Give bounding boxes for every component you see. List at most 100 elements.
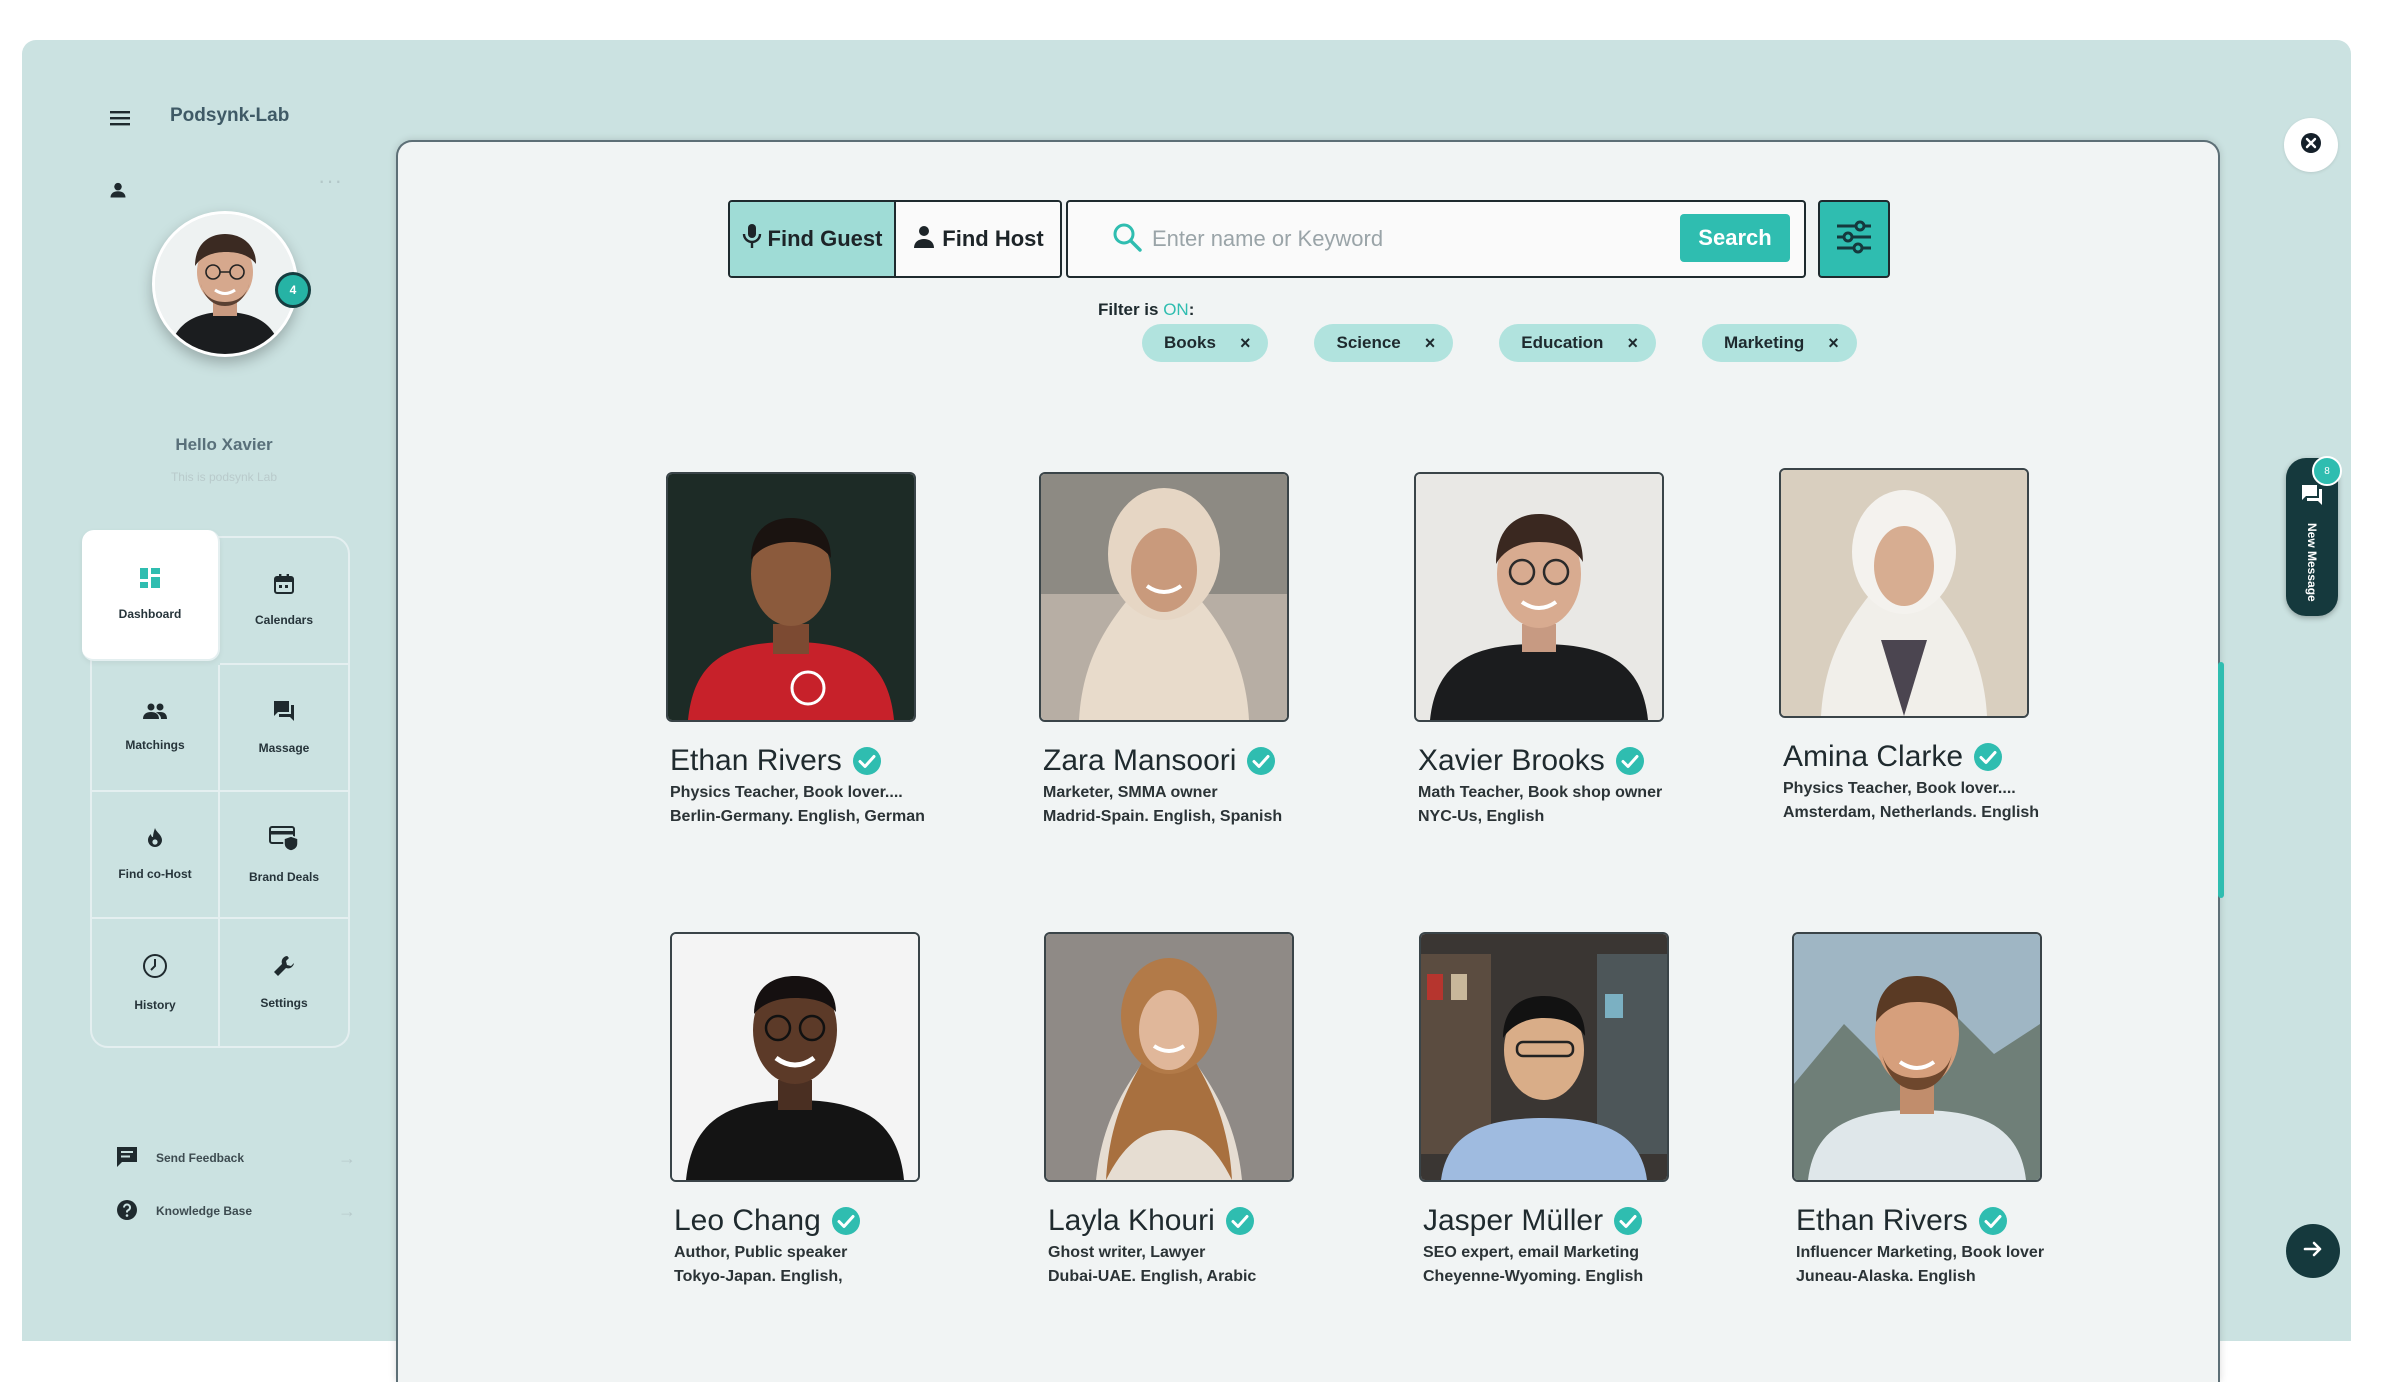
guest-name[interactable]: Amina Clarke bbox=[1783, 740, 1963, 774]
guest-card: Leo Chang Author, Public speaker Tokyo-J… bbox=[670, 932, 990, 1286]
close-icon[interactable]: × bbox=[1627, 333, 1638, 354]
chip-label: Education bbox=[1521, 333, 1604, 352]
guest-photo[interactable] bbox=[1039, 472, 1289, 722]
verified-icon bbox=[831, 1207, 860, 1235]
sliders-icon bbox=[1834, 217, 1874, 262]
guest-role: Math Teacher, Book shop owner bbox=[1418, 784, 1663, 801]
knowledge-base-label: Knowledge Base bbox=[156, 1204, 253, 1218]
filter-settings-button[interactable] bbox=[1818, 200, 1890, 278]
verified-icon bbox=[1978, 1207, 2007, 1235]
chat-icon bbox=[2301, 484, 2323, 511]
nav-find-cohost[interactable]: Find co-Host bbox=[92, 792, 220, 919]
filter-status-label: Filter is bbox=[1098, 300, 1159, 319]
nav-label: Settings bbox=[260, 996, 308, 1010]
nav-history[interactable]: History bbox=[92, 919, 220, 1046]
filter-status: Filter is ON: bbox=[1098, 300, 1194, 320]
guest-card: Zara Mansoori Marketer, SMMA owner Madri… bbox=[1039, 472, 1359, 826]
guest-photo[interactable] bbox=[1792, 932, 2042, 1182]
knowledge-base-link[interactable]: Knowledge Base → bbox=[116, 1191, 356, 1231]
guest-photo[interactable] bbox=[670, 932, 920, 1182]
arrow-right-icon bbox=[2302, 1238, 2324, 1265]
person-icon bbox=[912, 224, 936, 254]
guest-role: Marketer, SMMA owner bbox=[1043, 784, 1218, 801]
guest-role: Physics Teacher, Book lover.... bbox=[1783, 780, 2016, 797]
nav-brand-deals[interactable]: Brand Deals bbox=[220, 792, 348, 919]
guest-card: Jasper Müller SEO expert, email Marketin… bbox=[1419, 932, 1739, 1286]
guest-location: Amsterdam, Netherlands. English bbox=[1783, 804, 2040, 821]
search-mode-toggle: Find Guest Find Host bbox=[728, 200, 1062, 278]
search-icon bbox=[1112, 222, 1142, 257]
close-icon[interactable]: × bbox=[1828, 333, 1839, 354]
filter-status-state: ON bbox=[1163, 300, 1189, 319]
guest-role: Influencer Marketing, Book lover bbox=[1796, 1244, 2045, 1261]
nav-label: History bbox=[134, 998, 176, 1012]
find-host-label: Find Host bbox=[942, 226, 1044, 251]
wrench-icon bbox=[273, 955, 295, 980]
guest-role: Ghost writer, Lawyer bbox=[1048, 1244, 1206, 1261]
guest-card: Layla Khouri Ghost writer, Lawyer Dubai-… bbox=[1044, 932, 1364, 1286]
filter-chip[interactable]: Science × bbox=[1314, 324, 1454, 362]
nav-settings[interactable]: Settings bbox=[220, 919, 348, 1046]
verified-icon bbox=[1225, 1207, 1254, 1235]
guest-name[interactable]: Ethan Rivers bbox=[670, 744, 842, 778]
send-feedback-label: Send Feedback bbox=[156, 1151, 245, 1165]
find-host-button[interactable]: Find Host bbox=[896, 202, 1060, 276]
nav-dashboard[interactable]: Dashboard bbox=[82, 530, 220, 661]
verified-icon bbox=[852, 747, 881, 775]
guest-name[interactable]: Layla Khouri bbox=[1048, 1204, 1215, 1238]
close-icon[interactable]: × bbox=[1240, 333, 1251, 354]
verified-icon bbox=[1974, 743, 2003, 771]
search-input[interactable] bbox=[1150, 216, 1634, 262]
filter-chip[interactable]: Education × bbox=[1499, 324, 1656, 362]
user-icon[interactable] bbox=[98, 170, 138, 210]
menu-icon[interactable] bbox=[98, 96, 142, 140]
nav-calendars[interactable]: Calendars bbox=[220, 538, 348, 665]
guest-location: NYC-Us, English bbox=[1418, 808, 1545, 825]
chip-label: Books bbox=[1164, 333, 1216, 352]
guest-name[interactable]: Ethan Rivers bbox=[1796, 1204, 1968, 1238]
nav-label: Brand Deals bbox=[248, 870, 320, 884]
message-count-badge: 8 bbox=[2312, 456, 2342, 486]
dashboard-icon bbox=[140, 568, 160, 591]
chip-label: Science bbox=[1336, 333, 1401, 352]
search-button[interactable]: Search bbox=[1680, 214, 1790, 262]
next-page-button[interactable] bbox=[2286, 1224, 2340, 1278]
chat-icon bbox=[273, 700, 295, 725]
arrow-right-icon: → bbox=[338, 1147, 356, 1168]
guest-card: Amina Clarke Physics Teacher, Book lover… bbox=[1779, 468, 2099, 822]
send-feedback-link[interactable]: Send Feedback → bbox=[116, 1138, 356, 1178]
nav-label: Find co-Host bbox=[118, 867, 192, 881]
results-scrollbar[interactable] bbox=[2218, 662, 2224, 898]
nav-label: Calendars bbox=[254, 613, 314, 627]
guest-name[interactable]: Leo Chang bbox=[674, 1204, 821, 1238]
close-icon bbox=[2300, 132, 2322, 159]
find-guest-button[interactable]: Find Guest bbox=[730, 202, 896, 276]
nav-label: Matchings bbox=[125, 738, 185, 752]
filter-chip[interactable]: Books × bbox=[1142, 324, 1269, 362]
guest-photo[interactable] bbox=[666, 472, 916, 722]
nav-massage[interactable]: Massage bbox=[220, 665, 348, 792]
main-panel: Find Guest Find Host Search bbox=[396, 140, 2220, 1382]
guest-name[interactable]: Jasper Müller bbox=[1423, 1204, 1603, 1238]
guest-photo[interactable] bbox=[1779, 468, 2029, 718]
profile-menu-dots[interactable]: ··· bbox=[318, 168, 343, 194]
guest-location: Cheyenne-Wyoming. English bbox=[1423, 1268, 1644, 1285]
guest-location: Madrid-Spain. English, Spanish bbox=[1043, 808, 1283, 825]
guest-card: Ethan Rivers Physics Teacher, Book lover… bbox=[666, 472, 986, 826]
calendar-icon bbox=[274, 574, 294, 597]
guest-name[interactable]: Xavier Brooks bbox=[1418, 744, 1605, 778]
nav-matchings[interactable]: Matchings bbox=[92, 665, 220, 792]
filter-chip[interactable]: Marketing × bbox=[1701, 324, 1857, 362]
card-shield-icon bbox=[269, 825, 299, 854]
guest-photo[interactable] bbox=[1044, 932, 1294, 1182]
guest-name[interactable]: Zara Mansoori bbox=[1043, 744, 1236, 778]
guest-card: Ethan Rivers Influencer Marketing, Book … bbox=[1792, 932, 2112, 1286]
search-bar: Search bbox=[1066, 200, 1806, 278]
close-button[interactable] bbox=[2284, 118, 2338, 172]
help-icon bbox=[116, 1199, 138, 1224]
close-icon[interactable]: × bbox=[1425, 333, 1436, 354]
feedback-icon bbox=[116, 1146, 138, 1171]
guest-photo[interactable] bbox=[1419, 932, 1669, 1182]
guest-photo[interactable] bbox=[1414, 472, 1664, 722]
guest-role: SEO expert, email Marketing bbox=[1423, 1244, 1640, 1261]
